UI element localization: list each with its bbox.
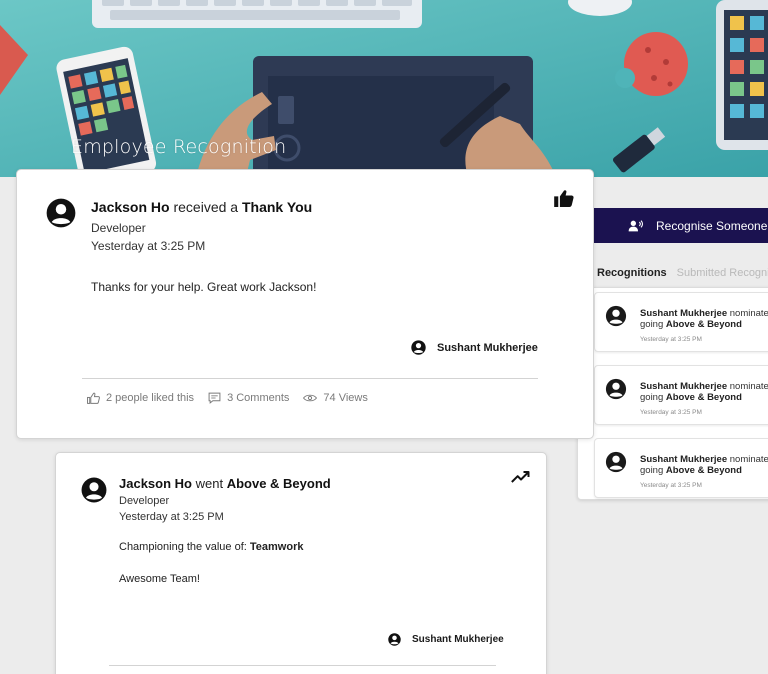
list-item-time: Yesterday at 3:25 PM bbox=[640, 409, 702, 416]
avatar-icon bbox=[605, 305, 627, 327]
recognition-message: Awesome Team! bbox=[119, 573, 200, 585]
sender[interactable]: Sushant Mukherjee bbox=[388, 633, 504, 646]
trending-up-icon[interactable] bbox=[511, 470, 531, 484]
award-name: Thank You bbox=[241, 199, 313, 215]
sender-name: Sushant Mukherjee bbox=[412, 634, 504, 645]
recognise-icon bbox=[628, 219, 644, 231]
avatar-icon bbox=[46, 198, 76, 228]
recognition-card: Jackson Ho went Above & Beyond Developer… bbox=[55, 452, 547, 674]
list-item-text: Sushant Mukherjee nominated you for goin… bbox=[640, 381, 768, 403]
list-item-time: Yesterday at 3:25 PM bbox=[640, 336, 702, 343]
recognise-someone-button[interactable]: Recognise Someone bbox=[594, 208, 768, 243]
recognition-list: Sushant Mukherjee nominated you for goin… bbox=[577, 287, 768, 500]
list-item[interactable]: Sushant Mukherjee nominated you for goin… bbox=[594, 292, 768, 352]
recipient-role: Developer bbox=[119, 495, 170, 507]
tab-submitted-recognitions[interactable]: Submitted Recognitions bbox=[677, 267, 768, 279]
comments-stat[interactable]: 3 Comments bbox=[208, 392, 289, 404]
recipient-role: Developer bbox=[91, 221, 146, 235]
value-name: Teamwork bbox=[249, 541, 304, 553]
list-item[interactable]: Sushant Mukherjee nominated you for goin… bbox=[594, 438, 768, 498]
sender-avatar-icon bbox=[388, 633, 401, 646]
recognition-value: Championing the value of: Teamwork bbox=[119, 541, 304, 553]
like-outline-icon bbox=[87, 392, 100, 404]
recognition-time: Yesterday at 3:25 PM bbox=[119, 511, 224, 523]
list-item-time: Yesterday at 3:25 PM bbox=[640, 482, 702, 489]
sender[interactable]: Sushant Mukherjee bbox=[411, 340, 538, 355]
card-divider bbox=[82, 378, 538, 379]
tab-recognitions[interactable]: Recognitions bbox=[597, 267, 667, 279]
recipient-name[interactable]: Jackson Ho bbox=[119, 476, 192, 491]
thumbs-up-icon[interactable] bbox=[554, 189, 574, 207]
eye-icon bbox=[303, 394, 318, 402]
card-stats: 2 people liked this 3 Comments 74 Views bbox=[87, 392, 382, 404]
header-banner: Employee Recognition bbox=[0, 0, 768, 177]
list-item-text: Sushant Mukherjee nominated you for goin… bbox=[640, 308, 768, 330]
card-divider bbox=[109, 665, 496, 666]
recognition-message: Thanks for your help. Great work Jackson… bbox=[91, 280, 317, 294]
list-item[interactable]: Sushant Mukherjee nominated you for goin… bbox=[594, 365, 768, 425]
like-stat[interactable]: 2 people liked this bbox=[87, 392, 194, 404]
comment-icon bbox=[208, 392, 221, 404]
recognition-time: Yesterday at 3:25 PM bbox=[91, 239, 206, 253]
recipient-name[interactable]: Jackson Ho bbox=[91, 199, 170, 215]
recognitions-tabs: Recognitions Submitted Recognitions bbox=[597, 267, 768, 283]
sender-name: Sushant Mukherjee bbox=[437, 341, 538, 354]
avatar-icon bbox=[81, 477, 107, 503]
recognise-someone-label: Recognise Someone bbox=[656, 218, 768, 233]
views-stat: 74 Views bbox=[303, 392, 368, 404]
recognition-headline: Jackson Ho went Above & Beyond bbox=[119, 476, 331, 491]
list-item-text: Sushant Mukherjee nominated you for goin… bbox=[640, 454, 768, 476]
recognition-headline: Jackson Ho received a Thank You bbox=[91, 199, 313, 215]
sender-avatar-icon bbox=[411, 340, 426, 355]
avatar-icon bbox=[605, 378, 627, 400]
recognition-card: Jackson Ho received a Thank You Develope… bbox=[16, 169, 594, 439]
avatar-icon bbox=[605, 451, 627, 473]
page-title: Employee Recognition bbox=[71, 136, 287, 158]
award-name: Above & Beyond bbox=[226, 476, 331, 491]
